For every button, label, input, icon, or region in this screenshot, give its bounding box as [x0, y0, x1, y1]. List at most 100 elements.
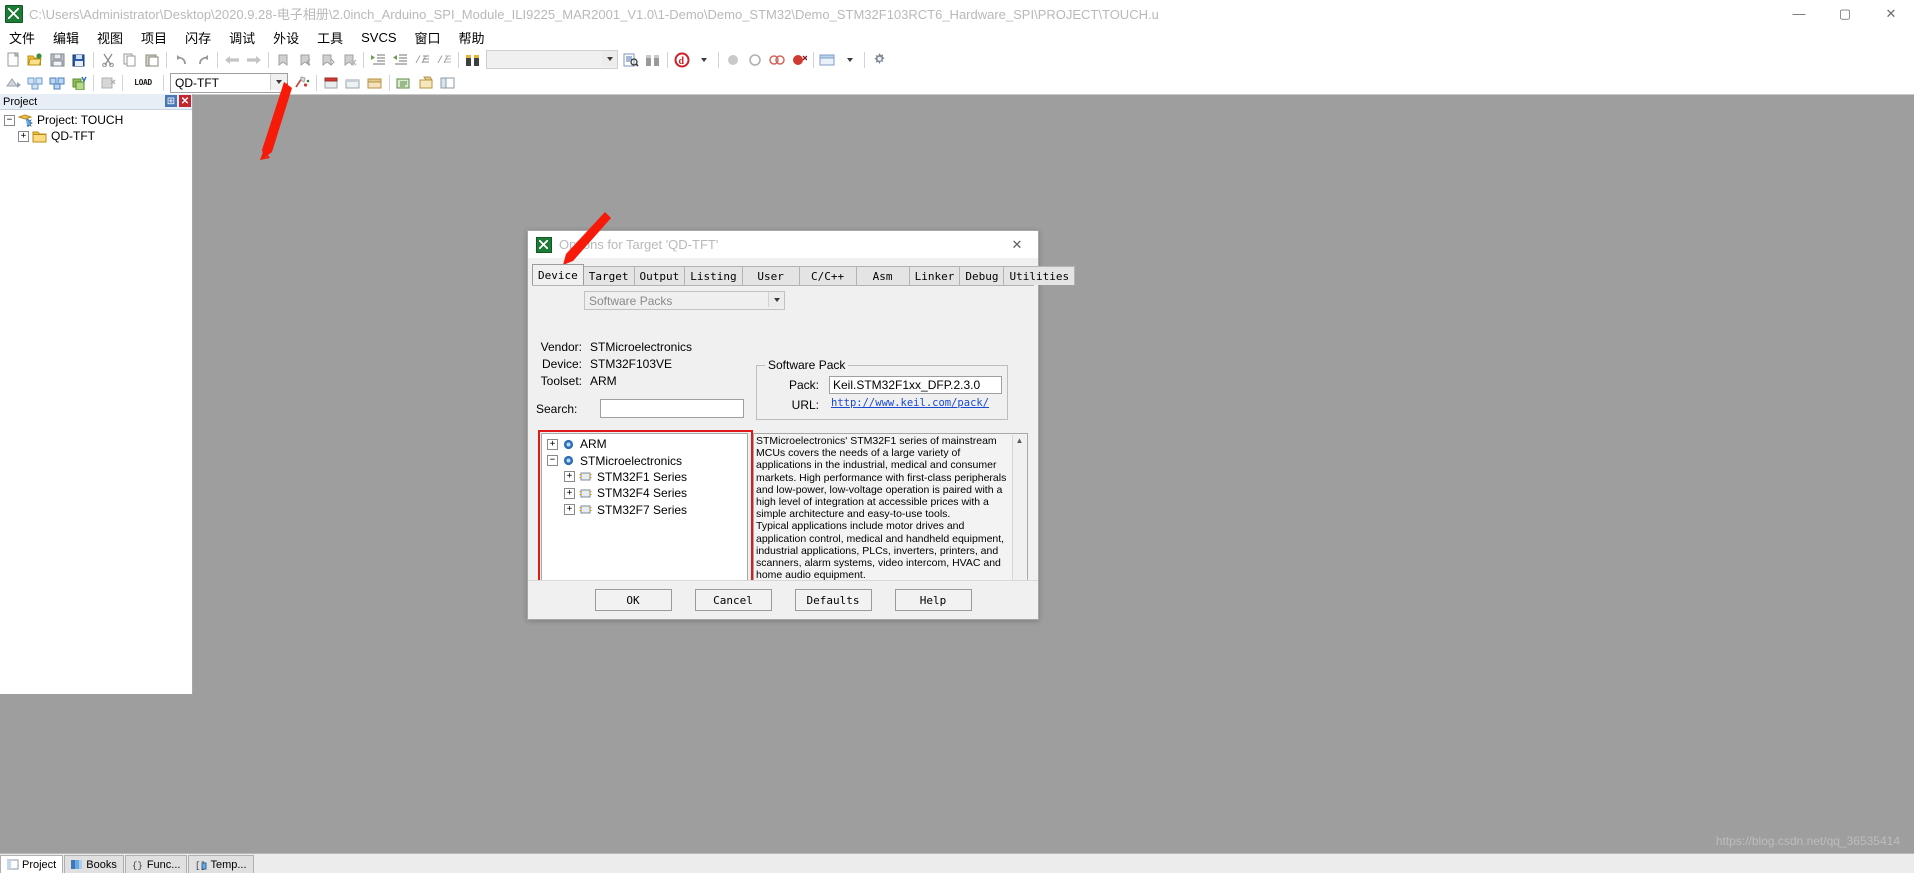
menu-debug[interactable]: 调试: [220, 27, 264, 48]
manage-windows-icon[interactable]: [817, 50, 839, 70]
tab-listing[interactable]: Listing: [684, 266, 743, 285]
device-tree-row[interactable]: + STM32F7 Series: [542, 502, 747, 518]
open-file-icon[interactable]: [24, 50, 46, 70]
defaults-button[interactable]: Defaults: [794, 589, 872, 611]
scroll-up-icon[interactable]: ▲: [1013, 435, 1026, 448]
new-file-icon[interactable]: [2, 50, 24, 70]
manage-project-items-icon[interactable]: [320, 73, 342, 93]
tree-item-target[interactable]: + QD-TFT: [0, 128, 192, 144]
device-tree-row[interactable]: + STM32F1 Series: [542, 469, 747, 485]
copy-icon[interactable]: [119, 50, 141, 70]
tab-user[interactable]: User: [741, 266, 800, 285]
bookmark-clear-icon[interactable]: [338, 50, 360, 70]
tree-expander-icon[interactable]: −: [547, 455, 558, 467]
tree-expander-icon[interactable]: +: [564, 471, 575, 483]
bookmark-toggle-icon[interactable]: [272, 50, 294, 70]
chevron-down-icon[interactable]: [270, 73, 287, 90]
tab-cpp[interactable]: C/C++: [798, 266, 857, 285]
software-packs-combo[interactable]: Software Packs: [584, 291, 785, 310]
tab-debug[interactable]: Debug: [959, 266, 1005, 285]
stop-build-icon[interactable]: [97, 73, 119, 93]
debug-dropdown-icon[interactable]: [693, 50, 715, 70]
target-selector[interactable]: QD-TFT: [170, 72, 288, 93]
help-button[interactable]: Help: [894, 589, 972, 611]
tab-linker[interactable]: Linker: [908, 266, 961, 285]
paste-icon[interactable]: [141, 50, 163, 70]
minimize-button[interactable]: —: [1776, 0, 1822, 27]
tab-utilities[interactable]: Utilities: [1003, 266, 1076, 285]
rebuild-all-icon[interactable]: [46, 73, 68, 93]
search-input[interactable]: [600, 399, 744, 418]
undo-icon[interactable]: [170, 50, 192, 70]
chevron-down-icon[interactable]: [768, 292, 784, 307]
tab-books[interactable]: Books: [64, 855, 124, 873]
tree-expander-icon[interactable]: +: [564, 504, 575, 516]
device-tree-row[interactable]: + ARM: [542, 436, 747, 452]
close-button[interactable]: ✕: [1868, 0, 1914, 27]
redo-icon[interactable]: [192, 50, 214, 70]
tab-output[interactable]: Output: [633, 266, 686, 285]
translate-file-icon[interactable]: [2, 73, 24, 93]
forward-arrow-icon[interactable]: [243, 50, 265, 70]
close-pane-icon[interactable]: ✕: [179, 95, 191, 107]
find-dropdown-icon[interactable]: [602, 51, 617, 66]
tab-device[interactable]: Device: [532, 264, 584, 285]
menu-flash[interactable]: 闪存: [176, 27, 220, 48]
build-target-icon[interactable]: [24, 73, 46, 93]
menu-file[interactable]: 文件: [0, 27, 44, 48]
indent-increase-icon[interactable]: [367, 50, 389, 70]
uncomment-lines-icon[interactable]: //: [433, 50, 455, 70]
tree-item-project[interactable]: − Project: TOUCH: [0, 112, 192, 128]
dialog-close-button[interactable]: ✕: [996, 231, 1038, 258]
breakpoint-icon[interactable]: [722, 50, 744, 70]
batch-build-icon[interactable]: [68, 73, 90, 93]
back-arrow-icon[interactable]: [221, 50, 243, 70]
manage-run-time-env-icon[interactable]: [393, 73, 415, 93]
comment-lines-icon[interactable]: //: [411, 50, 433, 70]
tree-expander-icon[interactable]: −: [4, 114, 15, 126]
indent-decrease-icon[interactable]: [389, 50, 411, 70]
save-all-icon[interactable]: [68, 50, 90, 70]
find-in-files-icon[interactable]: [620, 50, 642, 70]
menu-help[interactable]: 帮助: [450, 27, 494, 48]
menu-window[interactable]: 窗口: [406, 27, 450, 48]
tree-expander-icon[interactable]: +: [564, 487, 575, 499]
menu-tools[interactable]: 工具: [308, 27, 352, 48]
tab-functions[interactable]: {} Func...: [124, 855, 188, 873]
tab-templates[interactable]: [] Temp...: [188, 855, 254, 873]
options-for-target-icon[interactable]: [291, 73, 313, 93]
breakpoint-disable-icon[interactable]: [744, 50, 766, 70]
menu-peripherals[interactable]: 外设: [264, 27, 308, 48]
maximize-button[interactable]: ▢: [1822, 0, 1868, 27]
manage-windows-dropdown-icon[interactable]: [839, 50, 861, 70]
device-tree-row[interactable]: + STM32F4 Series: [542, 485, 747, 501]
save-icon[interactable]: [46, 50, 68, 70]
project-window-icon[interactable]: [437, 73, 459, 93]
find-binoculars-icon[interactable]: [462, 50, 484, 70]
cancel-button[interactable]: Cancel: [694, 589, 772, 611]
find-input[interactable]: [486, 50, 618, 69]
manage-multi-project-icon[interactable]: [342, 73, 364, 93]
pin-icon[interactable]: ⊞: [165, 95, 177, 107]
pack-url-link[interactable]: http://www.keil.com/pack/: [831, 397, 989, 409]
tab-project[interactable]: Project: [0, 855, 64, 873]
device-tree-row[interactable]: − STMicroelectronics: [542, 452, 747, 468]
breakpoint-kill-all-icon[interactable]: [788, 50, 810, 70]
incremental-find-icon[interactable]: [642, 50, 664, 70]
tab-target[interactable]: Target: [582, 266, 635, 285]
configuration-wizard-icon[interactable]: [868, 50, 890, 70]
menu-svcs[interactable]: SVCS: [352, 29, 405, 46]
pack-installer-icon[interactable]: [364, 73, 386, 93]
bookmark-next-icon[interactable]: [316, 50, 338, 70]
pack-value-field[interactable]: Keil.STM32F1xx_DFP.2.3.0: [829, 376, 1002, 394]
select-software-packs-icon[interactable]: [415, 73, 437, 93]
tab-asm[interactable]: Asm: [855, 266, 910, 285]
bookmark-prev-icon[interactable]: [294, 50, 316, 70]
tree-expander-icon[interactable]: +: [547, 438, 558, 450]
debug-session-icon[interactable]: d: [671, 50, 693, 70]
cut-icon[interactable]: [97, 50, 119, 70]
ok-button[interactable]: OK: [594, 589, 672, 611]
breakpoint-disable-all-icon[interactable]: [766, 50, 788, 70]
download-flash-icon[interactable]: LOAD: [126, 73, 160, 93]
menu-project[interactable]: 项目: [132, 27, 176, 48]
